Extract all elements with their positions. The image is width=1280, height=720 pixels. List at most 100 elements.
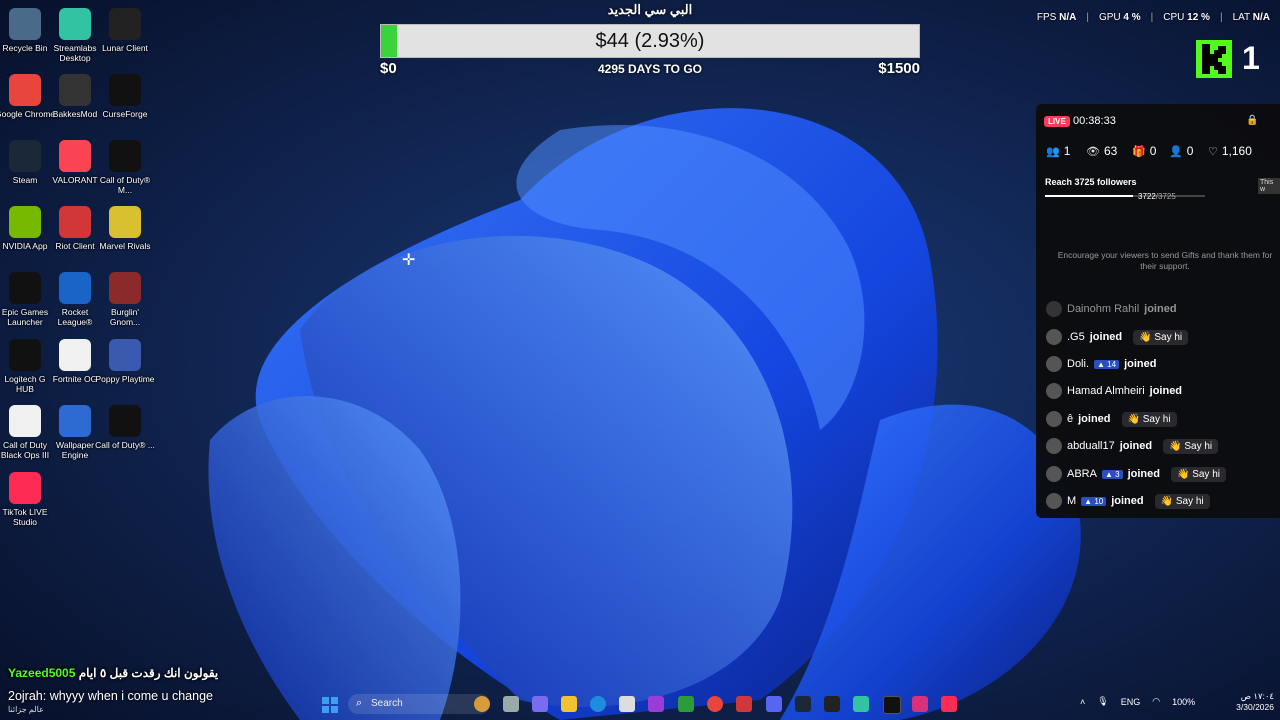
- avatar: [1046, 411, 1062, 427]
- desktop-icon-label: Call of Duty® ...: [95, 440, 155, 450]
- gpu-value: 4 %: [1123, 12, 1141, 23]
- xbox-icon[interactable]: [678, 696, 694, 712]
- desktop-icon[interactable]: Lunar Client: [95, 8, 155, 53]
- desktop-icon[interactable]: CurseForge: [95, 74, 155, 119]
- viewer-name: abduall17: [1067, 440, 1115, 452]
- copilot-icon[interactable]: [532, 696, 548, 712]
- tiktok-taskbar-icon[interactable]: [941, 696, 957, 712]
- streamlabs-taskbar-icon[interactable]: [853, 696, 869, 712]
- marvel-rivals-icon: [109, 206, 141, 238]
- logitech-icon: [9, 339, 41, 371]
- lunar-client-icon: [109, 8, 141, 40]
- avatar: [1046, 438, 1062, 454]
- desktop-icon[interactable]: TikTok LIVE Studio: [0, 472, 55, 527]
- edge-icon[interactable]: [590, 696, 606, 712]
- fps-label: FPS: [1036, 12, 1057, 23]
- desktop-icon[interactable]: Call of Duty® ...: [95, 405, 155, 450]
- nvidia-icon: [9, 206, 41, 238]
- metric-views: 👁 63: [1086, 144, 1117, 158]
- cpu-value: 12 %: [1187, 12, 1210, 23]
- gift-encouragement-text: Encourage your viewers to send Gifts and…: [1057, 250, 1273, 271]
- discord-icon[interactable]: [766, 696, 782, 712]
- say-hi-button[interactable]: 👋 Say hi: [1121, 411, 1177, 427]
- say-hi-label: Say hi: [1175, 495, 1204, 507]
- steam-taskbar-icon[interactable]: [795, 696, 811, 712]
- say-hi-label: Say hi: [1142, 413, 1171, 425]
- fps-value: N/A: [1059, 12, 1077, 23]
- microphone-icon[interactable]: 🎙: [1097, 696, 1108, 707]
- system-clock[interactable]: ١٧:٠٤ ص 3/30/2026: [1228, 691, 1274, 713]
- riot-taskbar-icon[interactable]: [736, 696, 752, 712]
- level-badge: ▲ 14: [1094, 359, 1120, 369]
- curseforge-icon: [109, 74, 141, 106]
- chrome-icon: [9, 74, 41, 106]
- clock-date: 3/30/2026: [1236, 702, 1274, 712]
- metric-gifts: 🎁 0: [1132, 144, 1156, 158]
- tiktok-icon: [9, 472, 41, 504]
- say-hi-button[interactable]: 👋 Say hi: [1170, 466, 1226, 482]
- level-badge: ▲ 10: [1081, 496, 1107, 506]
- viewer-name: ê: [1067, 413, 1074, 425]
- task-view-icon[interactable]: [503, 696, 519, 712]
- taskbar-search[interactable]: ⌕ Search: [348, 694, 490, 714]
- reach-total: /3725: [1155, 192, 1176, 201]
- instagram-icon[interactable]: [912, 696, 928, 712]
- desktop-icon-label: Poppy Playtime: [95, 374, 155, 384]
- viewer-name: Doli.: [1067, 358, 1090, 370]
- reach-progress-bar: [1045, 195, 1205, 197]
- join-feed-item: M ▲ 10 joined 👋 Say hi: [1046, 493, 1210, 509]
- desktop-icon[interactable]: Marvel Rivals: [95, 206, 155, 251]
- joined-label: joined: [1124, 358, 1157, 370]
- widget-icon[interactable]: [474, 696, 490, 712]
- desktop-icon[interactable]: Call of Duty® M...: [95, 140, 155, 195]
- riot-client-icon: [59, 206, 91, 238]
- live-stream-panel: LIVE 00:38:33 🔒 👥 1 👁 63 🎁 0 👤 0 ♡ 1,160 Reac…: [1036, 104, 1280, 518]
- clock-time: ١٧:٠٤ ص: [1240, 691, 1274, 701]
- goal-title: البي سي الجديد: [607, 2, 693, 17]
- users-icon: 👥: [1046, 145, 1060, 158]
- joined-label: joined: [1149, 385, 1183, 397]
- desktop-icon-label: Lunar Client: [102, 43, 148, 53]
- metric-value: 1: [1063, 144, 1071, 158]
- chevron-up-icon[interactable]: ˄: [1080, 697, 1085, 707]
- add-user-icon: 👤: [1169, 145, 1183, 158]
- joined-label: joined: [1078, 413, 1111, 425]
- start-button-icon[interactable]: [322, 697, 338, 713]
- level-badge: ▲ 3: [1101, 469, 1123, 479]
- wave-icon: 👋: [1127, 413, 1140, 425]
- wave-icon: 👋: [1160, 495, 1174, 507]
- metric-viewers: 👥 1: [1046, 144, 1070, 158]
- logitech-taskbar-icon[interactable]: [824, 696, 840, 712]
- chrome-taskbar-icon[interactable]: [707, 696, 723, 712]
- reach-progress-fill: [1045, 195, 1133, 197]
- lat-value: N/A: [1252, 12, 1270, 23]
- join-feed-item: Dainohm Rahil joined: [1046, 301, 1177, 317]
- reach-goal-label: Reach 3725 followers: [1045, 177, 1137, 187]
- say-hi-button[interactable]: 👋 Say hi: [1163, 438, 1219, 454]
- epic-taskbar-icon[interactable]: [883, 696, 901, 714]
- join-feed-item: ABRA ▲ 3 joined 👋 Say hi: [1046, 466, 1226, 482]
- join-feed-item: Hamad Almheiri joined: [1046, 383, 1182, 399]
- kick-logo-icon: [1196, 40, 1232, 78]
- desktop-icon-label: Call of Duty® M...: [99, 175, 151, 195]
- say-hi-label: Say hi: [1184, 440, 1213, 452]
- search-icon: ⌕: [356, 697, 363, 709]
- performance-stats: FPS N/A | GPU 4 % | CPU 12 % | LAT N/A: [1036, 12, 1270, 23]
- language-indicator[interactable]: ENG: [1121, 697, 1141, 707]
- app-icon[interactable]: [648, 696, 664, 712]
- say-hi-button[interactable]: 👋 Say hi: [1133, 329, 1189, 345]
- viewer-name: Hamad Almheiri: [1067, 385, 1145, 397]
- say-hi-button[interactable]: 👋 Say hi: [1154, 493, 1210, 509]
- file-explorer-icon[interactable]: [561, 696, 577, 712]
- wifi-icon[interactable]: ◠: [1152, 696, 1160, 707]
- desktop-icon[interactable]: Poppy Playtime: [95, 339, 155, 384]
- lock-icon[interactable]: 🔒: [1246, 115, 1258, 126]
- battery-level[interactable]: 100%: [1172, 697, 1195, 707]
- valorant-icon: [59, 140, 91, 172]
- store-icon[interactable]: [619, 696, 635, 712]
- wallpaper-engine-icon: [59, 405, 91, 437]
- desktop-icon-label: Burglin' Gnom...: [109, 307, 141, 327]
- gift-icon: 🎁: [1132, 145, 1146, 158]
- desktop-icon[interactable]: Burglin' Gnom...: [95, 272, 155, 327]
- joined-label: joined: [1144, 303, 1177, 315]
